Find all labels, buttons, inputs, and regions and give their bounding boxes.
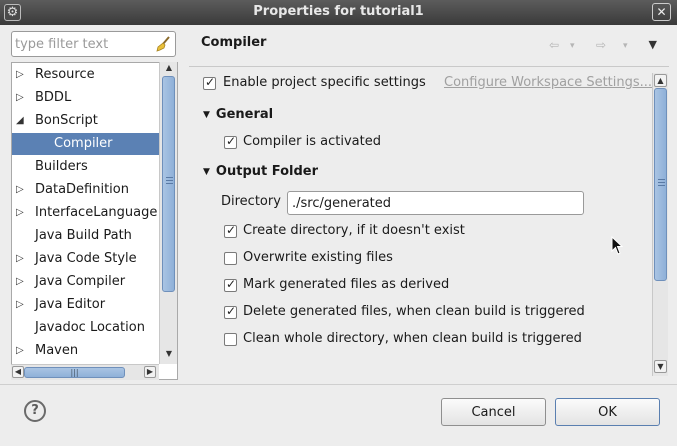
collapse-arrow-icon[interactable]: ◢	[16, 110, 26, 132]
filter-input[interactable]	[15, 35, 150, 53]
footer-divider	[0, 384, 677, 385]
tree-item-bonscript[interactable]: ◢ BonScript	[12, 110, 160, 132]
scroll-thumb[interactable]: |||	[24, 367, 125, 378]
configure-workspace-link[interactable]: Configure Workspace Settings...	[444, 75, 652, 90]
expand-arrow-icon[interactable]: ▷	[16, 340, 26, 362]
tree-item-bddl[interactable]: ▷ BDDL	[12, 87, 160, 109]
section-collapse-icon[interactable]: ▼	[203, 110, 210, 120]
scroll-up-icon[interactable]: ▲	[163, 63, 175, 75]
enable-project-settings-label: Enable project specific settings	[223, 75, 426, 90]
close-icon[interactable]: ✕	[652, 3, 671, 21]
tree-item-resource[interactable]: ▷ Resource	[12, 64, 160, 86]
title-bar[interactable]: ⚙ Properties for tutorial1 ✕	[0, 0, 677, 25]
scroll-down-icon[interactable]: ▼	[163, 349, 175, 361]
overwrite-files-label: Overwrite existing files	[243, 250, 393, 265]
section-collapse-icon[interactable]: ▼	[203, 167, 210, 177]
scroll-thumb[interactable]	[654, 88, 667, 281]
tree-item-builders[interactable]: Builders	[12, 156, 160, 178]
tree-horizontal-scrollbar[interactable]: ◀ ||| ▶	[11, 364, 159, 380]
forward-dropdown-icon[interactable]: ▾	[623, 41, 628, 51]
expand-arrow-icon[interactable]: ▷	[16, 202, 26, 224]
mark-derived-label: Mark generated files as derived	[243, 277, 450, 292]
scroll-down-icon[interactable]: ▼	[654, 360, 667, 373]
tree-item-compiler[interactable]: Compiler	[12, 133, 160, 155]
compiler-activated-label: Compiler is activated	[243, 134, 381, 149]
cancel-button[interactable]: Cancel	[441, 398, 546, 426]
directory-field[interactable]	[287, 191, 584, 215]
window-title: Properties for tutorial1	[253, 4, 424, 19]
overwrite-files-checkbox[interactable]	[224, 252, 237, 265]
tree-vertical-scrollbar[interactable]: ▲ ▼	[159, 62, 177, 364]
delete-generated-checkbox[interactable]	[224, 304, 237, 319]
tree-item-java-code-style[interactable]: ▷ Java Code Style	[12, 248, 160, 270]
settings-vertical-scrollbar[interactable]: ▲ ▼	[652, 73, 668, 376]
filter-field[interactable]	[11, 31, 176, 57]
clean-directory-checkbox[interactable]	[224, 333, 237, 346]
help-icon[interactable]: ?	[24, 400, 46, 422]
mouse-cursor-icon	[611, 236, 623, 255]
back-dropdown-icon[interactable]: ▾	[570, 41, 575, 51]
scroll-thumb[interactable]	[162, 76, 175, 292]
clear-filter-icon[interactable]	[154, 35, 172, 53]
page-header: Compiler ⇦ ▾ ⇨ ▾ ▼	[189, 28, 669, 66]
compiler-activated-checkbox[interactable]	[224, 134, 237, 149]
clean-directory-label: Clean whole directory, when clean build …	[243, 331, 582, 346]
tree-item-javadoc-location[interactable]: Javadoc Location	[12, 317, 160, 339]
tree-item-java-compiler[interactable]: ▷ Java Compiler	[12, 271, 160, 293]
general-section-header[interactable]: ▼ General	[203, 107, 273, 122]
forward-arrow-icon[interactable]: ⇨	[596, 38, 606, 52]
view-menu-icon[interactable]: ▼	[649, 38, 657, 51]
mark-derived-checkbox[interactable]	[224, 277, 237, 292]
tree-item-java-editor[interactable]: ▷ Java Editor	[12, 294, 160, 316]
tree-item-java-build-path[interactable]: Java Build Path	[12, 225, 160, 247]
tree-item-datadefinition[interactable]: ▷ DataDefinition	[12, 179, 160, 201]
output-folder-section-header[interactable]: ▼ Output Folder	[203, 164, 318, 179]
expand-arrow-icon[interactable]: ▷	[16, 179, 26, 201]
enable-project-settings-checkbox[interactable]	[203, 75, 216, 90]
expand-arrow-icon[interactable]: ▷	[16, 87, 26, 109]
scroll-left-icon[interactable]: ◀	[12, 366, 24, 378]
delete-generated-label: Delete generated files, when clean build…	[243, 304, 585, 319]
directory-input[interactable]	[288, 192, 583, 214]
create-directory-checkbox[interactable]	[224, 223, 237, 238]
expand-arrow-icon[interactable]: ▷	[16, 248, 26, 270]
tree-item-interfacelanguage[interactable]: ▷ InterfaceLanguage	[12, 202, 160, 224]
expand-arrow-icon[interactable]: ▷	[16, 294, 26, 316]
expand-arrow-icon[interactable]: ▷	[16, 64, 26, 86]
scroll-up-icon[interactable]: ▲	[654, 74, 667, 87]
ok-button[interactable]: OK	[555, 398, 660, 426]
expand-arrow-icon[interactable]: ▷	[16, 271, 26, 293]
directory-label: Directory	[221, 194, 281, 209]
page-title: Compiler	[201, 35, 267, 50]
compiler-settings-panel: Enable project specific settings Configu…	[189, 67, 669, 380]
back-arrow-icon[interactable]: ⇦	[549, 38, 559, 52]
scroll-right-icon[interactable]: ▶	[144, 366, 156, 378]
create-directory-label: Create directory, if it doesn't exist	[243, 223, 465, 238]
tree-item-maven[interactable]: ▷ Maven	[12, 340, 160, 362]
preference-tree[interactable]: ▷ Resource ▷ BDDL ◢ BonScript Compiler B…	[11, 62, 178, 380]
